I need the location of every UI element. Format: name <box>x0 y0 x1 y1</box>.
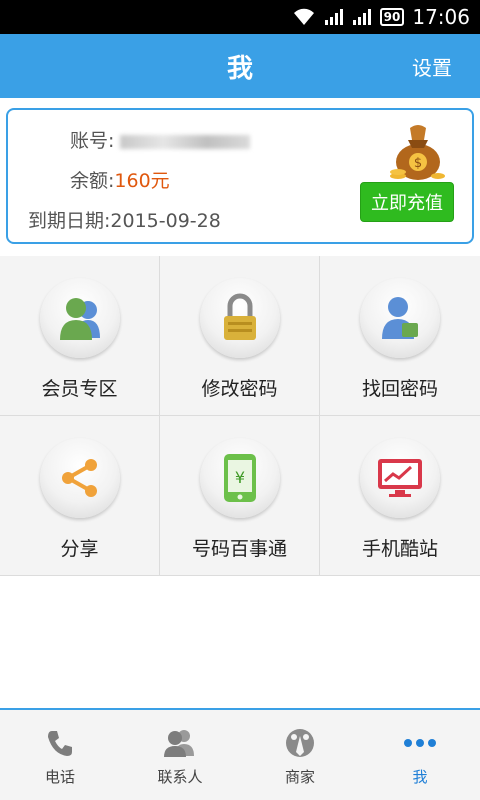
grid-item-label: 手机酷站 <box>361 538 438 560</box>
grid-item-share[interactable]: 分享 <box>0 416 160 576</box>
wifi-icon <box>292 8 316 26</box>
grid-item-label: 分享 <box>60 538 99 560</box>
phone-yen-icon: ¥ <box>199 438 280 518</box>
signal-icon <box>324 8 344 26</box>
signal-icon <box>352 8 372 26</box>
nav-item-merchant[interactable]: 商家 <box>240 710 360 800</box>
settings-button[interactable]: 设置 <box>412 52 452 81</box>
grid-item-recover-password[interactable]: 找回密码 <box>320 256 480 416</box>
grid-item-label: 找回密码 <box>361 378 438 400</box>
phone-icon <box>45 728 75 762</box>
contacts-icon <box>163 728 197 762</box>
nav-label: 电话 <box>44 768 75 786</box>
padlock-icon <box>199 278 280 358</box>
more-dots-icon <box>402 728 438 762</box>
balance-value: 160元 <box>114 170 170 192</box>
feature-grid: 会员专区 修改密码 找回密码 分享 ¥ 号码百事通 手机酷站 <box>0 256 480 576</box>
svg-text:$: $ <box>414 156 422 171</box>
account-number-redacted <box>120 134 251 149</box>
grid-item-mobile-site[interactable]: 手机酷站 <box>320 416 480 576</box>
merchant-icon <box>284 728 316 762</box>
grid-item-change-password[interactable]: 修改密码 <box>160 256 320 416</box>
nav-label: 我 <box>412 768 428 786</box>
nav-label: 商家 <box>284 768 315 786</box>
expiry-value: 2015-09-28 <box>110 210 221 232</box>
grid-item-label: 号码百事通 <box>191 538 287 560</box>
balance-row: 余额:160元 <box>70 166 170 193</box>
nav-item-contacts[interactable]: 联系人 <box>120 710 240 800</box>
recharge-button[interactable]: 立即充值 <box>360 182 454 222</box>
nav-item-me[interactable]: 我 <box>360 710 480 800</box>
expiry-label: 到期日期: <box>28 210 111 232</box>
grid-item-label: 会员专区 <box>41 378 118 400</box>
money-bag-icon: $ <box>388 120 446 182</box>
battery-icon: 90 <box>379 8 405 26</box>
balance-label: 余额: <box>70 170 115 192</box>
account-card: 账号: 余额:160元 到期日期:2015-09-28 $ 立即充值 <box>6 108 474 244</box>
grid-item-member[interactable]: 会员专区 <box>0 256 160 416</box>
bottom-nav: 电话 联系人 商家 我 <box>0 708 480 800</box>
member-icon <box>39 278 120 358</box>
account-row: 账号: <box>70 126 251 153</box>
svg-text:¥: ¥ <box>234 468 244 487</box>
nav-label: 联系人 <box>157 768 203 786</box>
grid-item-number-service[interactable]: ¥ 号码百事通 <box>160 416 320 576</box>
page-title: 我 <box>226 53 253 84</box>
user-recover-icon <box>360 278 440 358</box>
nav-item-phone[interactable]: 电话 <box>0 710 120 800</box>
monitor-chart-icon <box>360 438 440 518</box>
clock: 17:06 <box>412 5 470 29</box>
share-icon <box>39 438 120 518</box>
header: 我 设置 <box>0 34 480 98</box>
grid-item-label: 修改密码 <box>201 378 278 400</box>
status-bar: 90 17:06 <box>0 0 480 34</box>
expiry-row: 到期日期:2015-09-28 <box>28 206 221 233</box>
account-label: 账号: <box>70 130 115 152</box>
